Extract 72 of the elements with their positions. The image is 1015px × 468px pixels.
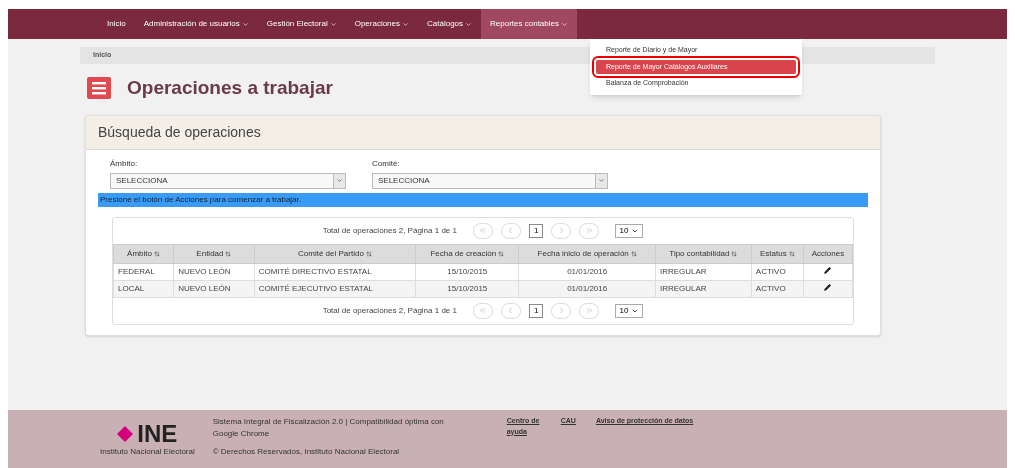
sort-icon: [154, 250, 160, 257]
column-header[interactable]: Fecha de creación: [415, 244, 519, 263]
next-page-button[interactable]: [551, 222, 572, 239]
table-cell: IRREGULAR: [655, 263, 752, 280]
table-cell: ACTIVO: [751, 263, 804, 280]
select-field[interactable]: SELECCIONA: [110, 172, 346, 189]
page-size-select[interactable]: 10: [615, 223, 644, 238]
column-header[interactable]: Comité del Partido: [254, 244, 416, 263]
logo-subtitle: Instituto Nacional Electoral: [100, 446, 195, 458]
pager-summary: Total de operaciones 2, Página 1 de 1: [322, 304, 457, 317]
column-header[interactable]: Ámbito: [113, 244, 174, 263]
table-cell: 15/10/2015: [415, 263, 519, 280]
table-cell: 01/01/2016: [518, 280, 656, 297]
pager-summary: Total de operaciones 2, Página 1 de 1: [322, 224, 457, 237]
table-cell: COMITÉ DIRECTIVO ESTATAL: [254, 263, 416, 280]
table-cell: FEDERAL: [113, 263, 174, 280]
panel-title: Búsqueda de operaciones: [98, 122, 262, 142]
edit-button[interactable]: [824, 266, 832, 274]
footer-text: Sistema Integral de Fiscalización 2.0 | Compatibilidad óptima con Google Chrome: [212, 416, 445, 440]
table-cell: LOCAL: [113, 280, 174, 297]
sort-icon: [365, 250, 372, 257]
column-header[interactable]: Tipo contabilidad: [655, 244, 752, 263]
double-chevron-left-icon: [478, 226, 488, 235]
table-cell: COMITÉ EJECUTIVO ESTATAL: [254, 280, 416, 297]
last-page-button[interactable]: [579, 222, 600, 239]
select-field[interactable]: SELECCIONA: [372, 172, 608, 189]
first-page-button[interactable]: [473, 302, 493, 319]
nav-menu-item[interactable]: Inicio: [98, 9, 135, 39]
nav-menu-item[interactable]: Gestión Electoral: [257, 9, 346, 39]
table-cell: 15/10/2015: [415, 280, 519, 297]
pencil-icon: [824, 283, 832, 291]
caret-icon: [336, 177, 343, 184]
logo-text: INE: [137, 422, 178, 446]
field-label: Comité:: [372, 157, 401, 170]
page-number-button[interactable]: 1: [529, 223, 544, 238]
copyright-text: © Derechos Reservados, Instituto Nacional Electoral: [212, 446, 401, 458]
table-cell: ACTIVO: [751, 280, 804, 297]
last-page-button[interactable]: [579, 302, 600, 319]
column-header[interactable]: Acciones: [803, 244, 853, 263]
table-cell: IRREGULAR: [655, 280, 752, 297]
double-chevron-right-icon: [584, 306, 594, 315]
caret-icon: [598, 177, 605, 184]
column-header[interactable]: Entidad: [173, 244, 255, 263]
first-page-button[interactable]: [473, 222, 493, 239]
info-banner: Presione el botón de Acciones para comenzar a trabajar.: [98, 192, 868, 207]
double-chevron-right-icon: [584, 226, 594, 235]
column-header[interactable]: Fecha inicio de operación: [518, 244, 656, 263]
nav-menu-item[interactable]: Reportes contables: [481, 9, 577, 39]
page-size-select[interactable]: 10: [615, 303, 644, 318]
page-number-button[interactable]: 1: [529, 303, 544, 318]
sort-icon: [731, 250, 738, 257]
table-cell: NUEVO LEÓN: [173, 263, 255, 280]
sort-icon: [498, 250, 505, 257]
previous-page-button[interactable]: [501, 302, 521, 319]
previous-page-button[interactable]: [501, 222, 521, 239]
field-label: Ámbito:: [110, 157, 139, 170]
list-icon: [87, 77, 111, 100]
sort-icon: [788, 250, 795, 257]
sort-icon: [630, 250, 637, 257]
double-chevron-left-icon: [478, 306, 488, 315]
page-title: Operaciones a trabajar: [127, 76, 333, 100]
table-cell: 01/01/2016: [518, 263, 656, 280]
nav-menu-item[interactable]: Operaciones: [345, 9, 418, 39]
pencil-icon: [824, 266, 832, 274]
column-header[interactable]: Estatus: [751, 244, 804, 263]
sort-icon: [225, 250, 232, 257]
next-page-button[interactable]: [551, 302, 572, 319]
nav-menu-item[interactable]: Administración de usuarios: [134, 9, 258, 39]
table-cell: NUEVO LEÓN: [173, 280, 255, 297]
nav-menu-item[interactable]: Catálogos: [418, 9, 482, 39]
edit-button[interactable]: [824, 283, 832, 291]
diamond-logo-icon: [117, 426, 134, 442]
